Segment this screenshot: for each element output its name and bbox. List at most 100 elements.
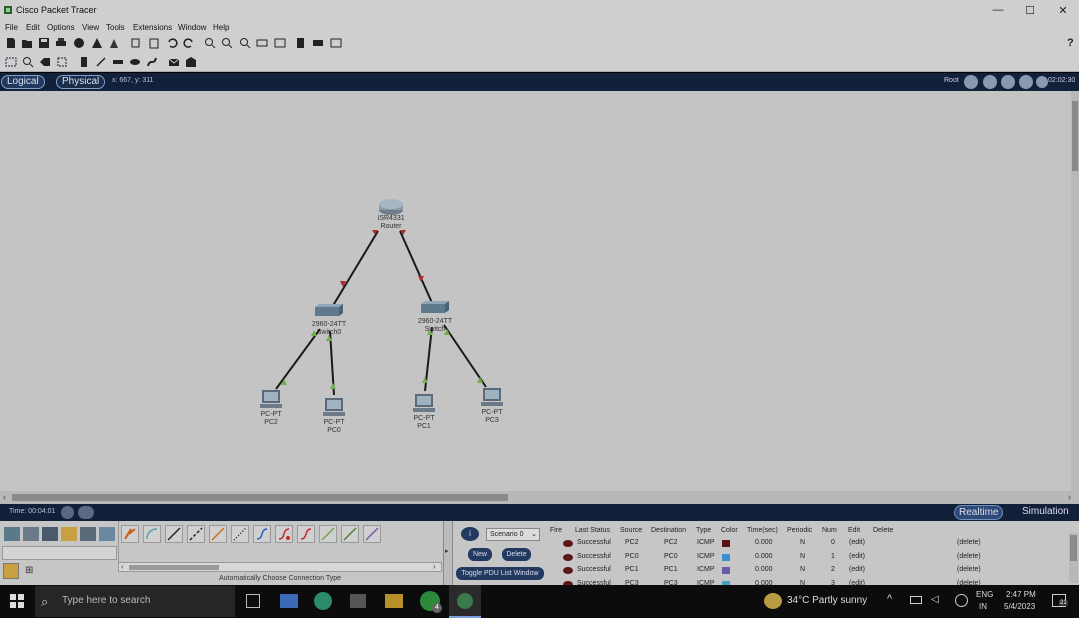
pdu-cell-delete[interactable]: (delete)	[957, 553, 981, 560]
multiuser-icon[interactable]	[99, 527, 115, 541]
pc0-device[interactable]: PC-PT PC0	[319, 397, 349, 435]
viewport-icon[interactable]	[295, 37, 307, 49]
panel-splitter[interactable]: ▸	[443, 521, 453, 585]
whatsapp-icon[interactable]: 4	[420, 591, 442, 613]
switch0-device[interactable]: 2960-24TT Switch0	[309, 303, 349, 337]
menu-file[interactable]: File	[5, 23, 18, 32]
usb-cable-icon[interactable]	[363, 525, 381, 543]
place-note-icon[interactable]	[78, 56, 90, 68]
workspace-horizontal-scrollbar[interactable]: ‹ ›	[0, 491, 1079, 504]
resize-shape-icon[interactable]	[56, 56, 68, 68]
battery-icon[interactable]	[910, 596, 922, 604]
volume-icon[interactable]: ◁	[931, 594, 939, 605]
misc-icon[interactable]	[80, 527, 96, 541]
zoom-out-icon[interactable]	[239, 37, 251, 49]
link-switch0-pc2[interactable]	[275, 328, 321, 390]
scroll-left-icon[interactable]: ‹	[3, 492, 6, 502]
menu-window[interactable]: Window	[178, 23, 206, 32]
custom-device-dialog-icon[interactable]	[274, 37, 286, 49]
paste-icon[interactable]	[148, 37, 160, 49]
cluster-icon[interactable]	[983, 75, 997, 89]
weather-icon[interactable]	[764, 593, 782, 609]
activity-wizard-icon[interactable]	[91, 37, 103, 49]
maximize-button[interactable]: ☐	[1020, 4, 1040, 17]
octal-cable-icon[interactable]	[319, 525, 337, 543]
save-icon[interactable]	[38, 37, 50, 49]
auto-connection-icon[interactable]	[3, 563, 19, 579]
help-icon[interactable]: ?	[1067, 37, 1074, 49]
pdu-scroll-thumb[interactable]	[1070, 535, 1077, 561]
add-complex-pdu-icon[interactable]	[185, 56, 197, 68]
pdu-row[interactable]: Successful PC0 PC0 ICMP 0.000 N 1 (edit) (delete…	[546, 552, 1066, 564]
console-cable-icon[interactable]	[143, 525, 161, 543]
iot-custom-cable-icon[interactable]	[341, 525, 359, 543]
file-explorer-icon[interactable]	[385, 594, 403, 608]
add-simple-pdu-icon[interactable]	[168, 56, 180, 68]
drawing-palette-icon[interactable]	[256, 37, 268, 49]
zoom-reset-icon[interactable]	[221, 37, 233, 49]
edge-browser-icon[interactable]	[314, 592, 332, 610]
open-folder-icon[interactable]	[21, 37, 33, 49]
taskbar-time[interactable]: 2:47 PM	[1006, 590, 1036, 599]
redo-icon[interactable]	[183, 37, 195, 49]
fire-icon[interactable]	[563, 553, 573, 561]
network-info-icon[interactable]	[312, 37, 324, 49]
network-devices-icon[interactable]	[4, 527, 20, 541]
end-devices-icon[interactable]	[23, 527, 39, 541]
menu-extensions[interactable]: Extensions	[133, 23, 172, 32]
freeform-icon[interactable]	[146, 56, 158, 68]
scroll-right-icon[interactable]: ›	[1068, 492, 1071, 502]
inspect-icon[interactable]	[22, 56, 34, 68]
draw-line-icon[interactable]	[95, 56, 107, 68]
notifications-icon[interactable]: 21	[1052, 594, 1068, 607]
info-icon[interactable]	[73, 37, 85, 49]
pdu-cell-edit[interactable]: (edit)	[849, 539, 865, 546]
router-device[interactable]: ISR4331 Router	[372, 198, 410, 231]
zoom-in-icon[interactable]	[204, 37, 216, 49]
components-icon[interactable]	[42, 527, 58, 541]
crossover-cable-icon[interactable]	[187, 525, 205, 543]
switch1-device[interactable]: 2960-24TT Switch	[415, 300, 455, 334]
grid-icon[interactable]: ⊞	[25, 565, 33, 576]
navigation-icon[interactable]	[1001, 75, 1015, 89]
print-icon[interactable]	[55, 37, 67, 49]
copy-icon[interactable]	[130, 37, 142, 49]
logical-workspace[interactable]: ISR4331 Router 2960-24TT Switch0 2960-24…	[0, 91, 1071, 491]
coaxial-cable-icon[interactable]	[253, 525, 271, 543]
select-icon[interactable]	[5, 56, 17, 68]
straight-through-cable-icon[interactable]	[165, 525, 183, 543]
windows-start-icon[interactable]	[10, 594, 24, 608]
language-primary[interactable]: ENG	[976, 590, 993, 599]
menu-options[interactable]: Options	[47, 23, 75, 32]
chevron-up-icon[interactable]: ^	[887, 593, 892, 605]
pc1-device[interactable]: PC-PT PC1	[409, 393, 439, 431]
pdu-scrollbar[interactable]	[1069, 533, 1078, 583]
conn-scroll-thumb[interactable]	[129, 565, 219, 570]
connection-types-scrollbar[interactable]: ‹ ›	[118, 562, 442, 572]
network-globe-icon[interactable]	[955, 594, 968, 607]
close-button[interactable]: ✕	[1053, 4, 1073, 17]
conn-scroll-left-icon[interactable]: ‹	[121, 562, 124, 571]
new-scenario-button[interactable]: New	[468, 548, 492, 561]
viewport-toggle-icon[interactable]	[1019, 75, 1033, 89]
menu-edit[interactable]: Edit	[26, 23, 40, 32]
custom-device-icon[interactable]	[108, 37, 120, 49]
horizontal-scroll-thumb[interactable]	[12, 494, 508, 501]
logical-view-tab[interactable]: Logical	[1, 75, 45, 89]
link-router-switch1[interactable]	[399, 230, 434, 306]
task-view-icon[interactable]	[246, 594, 260, 608]
pdu-cell-edit[interactable]: (edit)	[849, 566, 865, 573]
scenario-info-icon[interactable]: i	[461, 527, 479, 541]
menu-view[interactable]: View	[82, 23, 99, 32]
power-cycle-icon[interactable]	[61, 506, 74, 519]
conn-scroll-right-icon[interactable]: ›	[433, 562, 436, 571]
serial-dte-cable-icon[interactable]	[297, 525, 315, 543]
realtime-mode-button[interactable]: Realtime	[954, 505, 1004, 520]
phone-cable-icon[interactable]	[231, 525, 249, 543]
pc3-device[interactable]: PC-PT PC3	[477, 387, 507, 425]
vertical-scroll-thumb[interactable]	[1072, 101, 1078, 171]
pc2-device[interactable]: PC-PT PC2	[256, 389, 286, 427]
workspace-vertical-scrollbar[interactable]	[1071, 91, 1079, 491]
pdu-cell-delete[interactable]: (delete)	[957, 539, 981, 546]
pdu-row[interactable]: Successful PC1 PC1 ICMP 0.000 N 2 (edit) (delete…	[546, 565, 1066, 577]
